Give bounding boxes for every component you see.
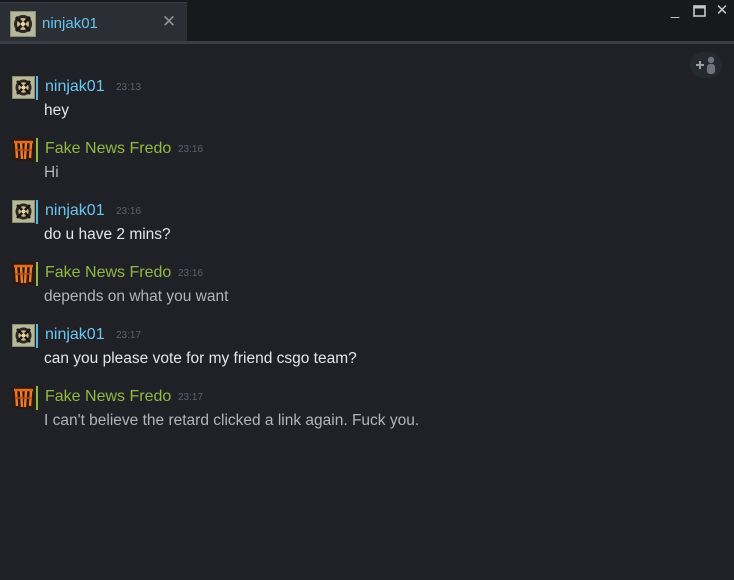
maximize-icon[interactable] [689, 2, 709, 20]
chat-message: ninjak01 23:13 hey [0, 76, 734, 136]
chat-message: ninjak01 23:16 do u have 2 mins? [0, 200, 734, 260]
avatar[interactable] [12, 138, 35, 161]
status-indicator [36, 200, 38, 224]
add-friend-icon [696, 56, 715, 74]
chat-log: ninjak01 23:13 hey Fake News Fredo 23:16 Hi ni… [0, 44, 734, 580]
sender-name[interactable]: Fake News Fredo [45, 140, 171, 158]
chat-message: ninjak01 23:17 can you please vote for my … [0, 324, 734, 384]
message-text: do u have 2 mins? [44, 226, 171, 243]
sender-name[interactable]: ninjak01 [45, 326, 105, 344]
status-indicator [36, 262, 38, 286]
chat-message: Fake News Fredo 23:16 depends on what you … [0, 262, 734, 322]
timestamp: 23:16 [116, 206, 142, 217]
message-text: I can't believe the retard clicked a lin… [44, 412, 420, 429]
tab-title: ninjak01 [42, 15, 98, 32]
status-indicator [36, 386, 38, 410]
timestamp: 23:17 [116, 330, 142, 341]
timestamp: 23:17 [178, 392, 204, 403]
window-close-icon[interactable]: ✕ [712, 2, 732, 20]
timestamp: 23:16 [178, 144, 204, 155]
minimize-icon[interactable]: _ [665, 2, 685, 20]
chat-message: Fake News Fredo 23:16 Hi [0, 138, 734, 198]
avatar[interactable] [12, 76, 35, 99]
chat-message: Fake News Fredo 23:17 I can't believe the … [0, 386, 734, 446]
message-text: can you please vote for my friend csgo t… [44, 350, 357, 367]
timestamp: 23:16 [178, 268, 204, 279]
chat-window: ninjak01 ✕ _ ✕ ninjak01 23:13 hey Fake News… [0, 0, 734, 580]
close-icon[interactable]: ✕ [160, 13, 178, 31]
avatar[interactable] [12, 200, 35, 223]
status-indicator [36, 138, 38, 162]
add-friend-button[interactable] [690, 52, 722, 78]
sender-name[interactable]: ninjak01 [45, 78, 105, 96]
tab-chat-ninjak01[interactable]: ninjak01 ✕ [0, 2, 187, 43]
avatar[interactable] [12, 386, 35, 409]
message-text: Hi [44, 164, 59, 181]
timestamp: 23:13 [116, 82, 142, 93]
sender-name[interactable]: Fake News Fredo [45, 388, 171, 406]
avatar[interactable] [12, 262, 35, 285]
message-text: depends on what you want [44, 288, 229, 305]
avatar[interactable] [12, 324, 35, 347]
sender-name[interactable]: ninjak01 [45, 202, 105, 220]
title-bar: ninjak01 ✕ _ ✕ [0, 0, 734, 44]
message-text: hey [44, 102, 69, 119]
status-indicator [36, 76, 38, 100]
sender-name[interactable]: Fake News Fredo [45, 264, 171, 282]
avatar [10, 11, 36, 37]
status-indicator [36, 324, 38, 348]
